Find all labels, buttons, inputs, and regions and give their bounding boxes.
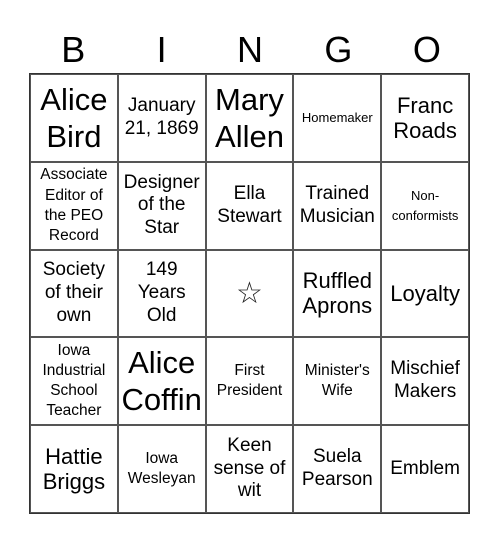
bingo-cell[interactable]: Minister's Wife — [293, 337, 382, 426]
header-letter-g: G — [324, 29, 353, 70]
header-letter-i: I — [156, 29, 167, 70]
bingo-cell[interactable]: Mary Allen — [205, 74, 294, 162]
bingo-cell[interactable]: Associate Editor of the PEO Record — [30, 161, 118, 250]
bingo-cell[interactable]: Iowa Industrial School Teacher — [30, 337, 118, 426]
bingo-cell[interactable]: Alice Coffin — [117, 337, 206, 426]
bingo-cell[interactable]: Ruffled Aprons — [293, 249, 382, 338]
bingo-cell[interactable]: Loyalty — [381, 249, 469, 338]
bingo-cell[interactable]: Trained Musician — [293, 161, 382, 250]
header-letter-o: O — [412, 29, 441, 70]
bingo-cell[interactable]: First President — [205, 337, 294, 426]
bingo-cell[interactable]: Alice Bird — [30, 74, 118, 162]
bingo-cell[interactable]: Suela Pearson — [293, 425, 382, 513]
header-letter-n: N — [237, 29, 264, 70]
header-letter-b: B — [61, 29, 86, 70]
bingo-cell[interactable]: Homemaker — [293, 74, 382, 162]
bingo-cell[interactable]: January 21, 1869 — [117, 74, 206, 162]
bingo-cell[interactable]: Designer of the Star — [117, 161, 206, 250]
bingo-cell[interactable]: Keen sense of wit — [205, 425, 294, 513]
bingo-cell[interactable]: Non-conformists — [381, 161, 469, 250]
bingo-cell[interactable]: Ella Stewart — [205, 161, 294, 250]
bingo-cell[interactable]: Society of their own — [30, 249, 118, 338]
bingo-cell[interactable]: Iowa Wesleyan — [117, 425, 206, 513]
bingo-cell[interactable]: Hattie Briggs — [30, 425, 118, 513]
bingo-cell[interactable]: Emblem — [381, 425, 469, 513]
bingo-cell[interactable]: 149 Years Old — [117, 249, 206, 338]
bingo-cell[interactable]: Franc Roads — [381, 74, 469, 162]
bingo-cell[interactable]: Mischief Makers — [381, 337, 469, 426]
free-space-star-icon[interactable]: ☆ — [205, 249, 294, 338]
bingo-grid: Alice Bird January 21, 1869 Mary Allen H… — [29, 73, 470, 514]
bingo-header: B I N G O — [29, 28, 471, 72]
